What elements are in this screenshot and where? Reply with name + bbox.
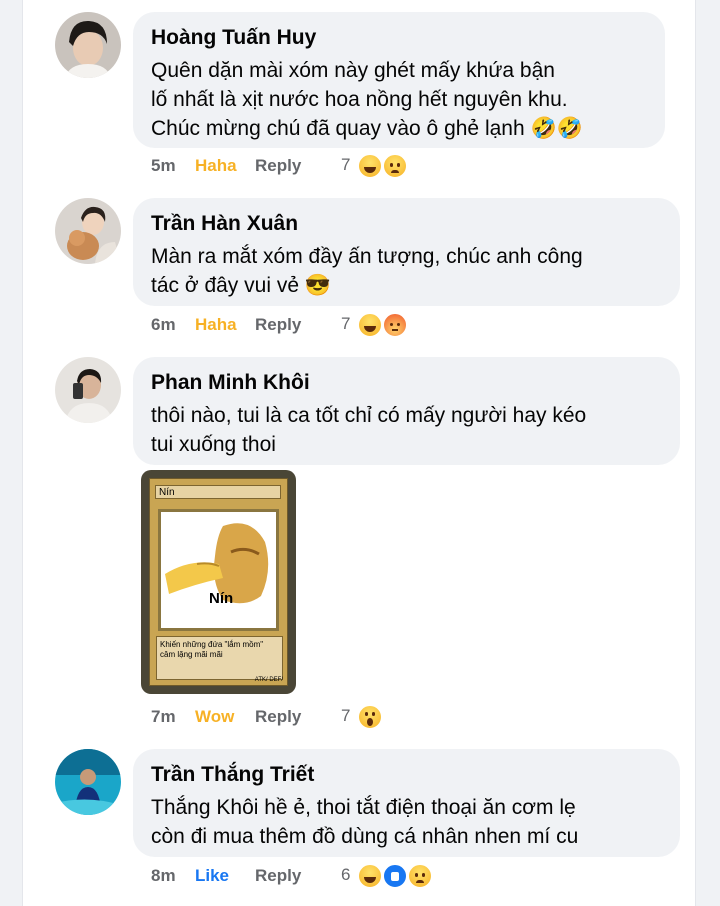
comment-line: thôi nào, tui là ca tốt chỉ có mấy người… [151,404,587,427]
angry-icon [381,312,408,338]
comment-bubble: Hoàng Tuấn Huy Quên dặn mài xóm này ghét… [133,12,665,148]
reaction-count: 7 [341,155,351,175]
reaction-count: 6 [341,865,351,885]
comment-text: thôi nào, tui là ca tốt chỉ có mấy người… [151,401,662,459]
comment-actions: 8m Like Reply 6 [151,861,433,891]
avatar[interactable] [55,12,121,78]
avatar[interactable] [55,749,121,815]
reply-button[interactable]: Reply [255,866,341,886]
timestamp[interactable]: 8m [151,866,195,886]
art-caption: Nín [209,590,234,607]
comment-text: Màn ra mắt xóm đầy ấn tượng, chúc anh cô… [151,242,662,300]
reply-button[interactable]: Reply [255,707,341,727]
comment-line: lố nhất là xịt nước hoa nồng hết nguyên … [151,88,568,111]
wow-icon [357,704,384,730]
reaction-count: 7 [341,706,351,726]
haha-button[interactable]: Haha [195,315,255,335]
reaction-summary[interactable]: 7 [341,312,408,338]
reply-button[interactable]: Reply [255,315,341,335]
card-art: Nín [158,509,279,631]
timestamp[interactable]: 6m [151,315,195,335]
haha-button[interactable]: Haha [195,156,255,176]
comment-line: Quên dặn mài xóm này ghét mấy khứa bận [151,59,555,82]
sad-icon [381,153,408,179]
comment-actions: 5m Haha Reply 7 [151,151,408,181]
comment-bubble: Trần Hàn Xuân Màn ra mắt xóm đầy ấn tượn… [133,198,680,306]
comment-text: Thắng Khôi hề ẻ, thoi tắt điện thoại ăn … [151,793,662,851]
meme-card: Nín Nín Khiến những đứa "lắm mồm" câm lặ… [149,478,288,686]
author-name[interactable]: Trần Hàn Xuân [151,210,662,238]
author-name[interactable]: Trần Thắng Triết [151,761,662,789]
comment-line: tui xuống thoi [151,433,276,456]
comments-panel: Hoàng Tuấn Huy Quên dặn mài xóm này ghét… [22,0,696,906]
comment-actions: 7m Wow Reply 7 [151,702,384,732]
timestamp[interactable]: 7m [151,707,195,727]
comment-line: Màn ra mắt xóm đầy ấn tượng, chúc anh cô… [151,245,583,268]
avatar[interactable] [55,198,121,264]
comment-line: Thắng Khôi hề ẻ, thoi tắt điện thoại ăn … [151,796,576,819]
reaction-summary[interactable]: 7 [341,153,408,179]
sad-icon [406,863,433,889]
reaction-count: 7 [341,314,351,334]
haha-icon [357,863,384,889]
wow-button[interactable]: Wow [195,707,255,727]
comment-line: còn đi mua thêm đồ dùng cá nhân nhen mí … [151,825,579,848]
comment-line: Chúc mừng chú đã quay vào ô ghẻ lạnh 🤣🤣 [151,117,583,140]
timestamp[interactable]: 5m [151,156,195,176]
reaction-summary[interactable]: 7 [341,704,384,730]
haha-icon [357,153,384,179]
avatar[interactable] [55,357,121,423]
comment-bubble: Phan Minh Khôi thôi nào, tui là ca tốt c… [133,357,680,465]
author-name[interactable]: Phan Minh Khôi [151,369,662,397]
author-name[interactable]: Hoàng Tuấn Huy [151,24,647,52]
like-button[interactable]: Like [195,866,255,886]
card-title: Nín [155,485,281,499]
reply-button[interactable]: Reply [255,156,341,176]
comment-actions: 6m Haha Reply 7 [151,310,408,340]
comment-bubble: Trần Thắng Triết Thắng Khôi hề ẻ, thoi t… [133,749,680,857]
comment-text: Quên dặn mài xóm này ghét mấy khứa bận l… [151,56,647,143]
haha-icon [357,312,384,338]
meme-image[interactable]: Nín Nín Khiến những đứa "lắm mồm" câm lặ… [141,470,296,694]
like-icon [381,863,408,889]
card-stats: ATK/ DEF/ [254,677,283,683]
card-description: Khiến những đứa "lắm mồm" câm lặng mãi m… [156,636,283,680]
reaction-summary[interactable]: 6 [341,863,433,889]
comment-line: tác ở đây vui vẻ 😎 [151,274,331,297]
